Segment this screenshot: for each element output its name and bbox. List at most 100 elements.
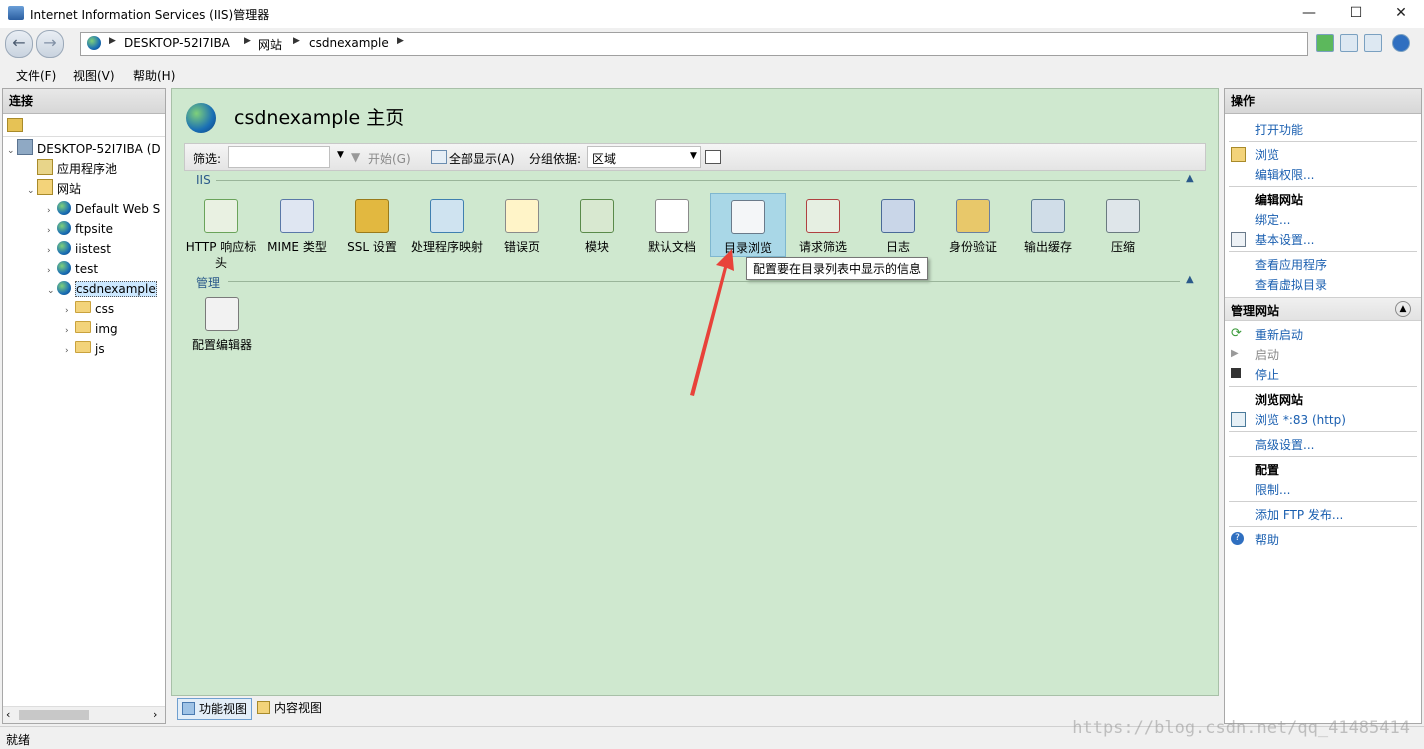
chevron-down-icon[interactable]: ⌄: [7, 141, 17, 161]
feature-directory-browsing[interactable]: 目录浏览: [710, 193, 786, 257]
action-add-ftp[interactable]: 添加 FTP 发布...: [1255, 506, 1343, 523]
feature-http-response-headers[interactable]: HTTP 响应标头: [184, 193, 258, 271]
scroll-thumb[interactable]: [19, 710, 89, 720]
feature-label: HTTP 响应标头: [185, 240, 257, 270]
directory-browsing-icon: [731, 200, 765, 234]
feature-default-document[interactable]: 默认文档: [635, 193, 709, 255]
connect-icon[interactable]: [7, 118, 23, 132]
back-button[interactable]: ←: [5, 30, 33, 58]
tree-site-test[interactable]: › test: [47, 259, 98, 279]
feature-request-filtering[interactable]: 请求筛选: [786, 193, 860, 255]
tree-site-csdnexample[interactable]: ⌄ csdnexample: [47, 279, 157, 299]
feature-authentication[interactable]: 身份验证: [936, 193, 1010, 255]
menu-file[interactable]: 文件(F): [16, 67, 56, 84]
tree-server[interactable]: ⌄ DESKTOP-52I7IBA (D: [7, 139, 161, 159]
app-pool-icon: [37, 159, 53, 175]
chevron-right-icon[interactable]: ▶: [293, 36, 300, 46]
scroll-left-icon[interactable]: ‹: [6, 708, 10, 721]
action-help[interactable]: 帮助: [1255, 531, 1279, 548]
globe-icon: [57, 201, 71, 215]
filter-dropdown-icon[interactable]: ▼: [337, 150, 344, 160]
show-all-button[interactable]: 全部显示(A): [449, 150, 515, 167]
chevron-right-icon[interactable]: ›: [47, 201, 57, 221]
tree-site-ftpsite[interactable]: › ftpsite: [47, 219, 113, 239]
feature-label: 压缩: [1110, 240, 1135, 254]
chevron-right-icon[interactable]: ›: [65, 321, 75, 341]
action-edit-permissions[interactable]: 编辑权限...: [1255, 166, 1314, 183]
menu-view[interactable]: 视图(V): [73, 67, 115, 84]
annotation-arrow: [690, 249, 734, 396]
action-view-applications[interactable]: 查看应用程序: [1255, 256, 1327, 273]
chevron-right-icon[interactable]: ▶: [397, 36, 404, 46]
feature-configuration-editor[interactable]: 配置编辑器: [184, 291, 260, 353]
chevron-right-icon[interactable]: ›: [65, 301, 75, 321]
action-browse-port[interactable]: 浏览 *:83 (http): [1255, 411, 1346, 428]
action-basic-settings[interactable]: 基本设置...: [1255, 231, 1314, 248]
action-restart[interactable]: 重新启动: [1255, 326, 1303, 343]
close-button[interactable]: ✕: [1378, 0, 1424, 28]
features-panel: csdnexample 主页 筛选: ▼ ▼ 开始(G) 全部显示(A) 分组依…: [171, 88, 1219, 696]
collapse-manage-icon[interactable]: ▲: [1186, 274, 1194, 285]
tree-app-pools[interactable]: 应用程序池: [27, 159, 117, 179]
home-icon[interactable]: [1364, 34, 1382, 52]
chevron-right-icon[interactable]: ›: [65, 341, 75, 361]
feature-mime-types[interactable]: MIME 类型: [260, 193, 334, 255]
feature-error-pages[interactable]: 错误页: [485, 193, 559, 255]
action-open-feature[interactable]: 打开功能: [1255, 121, 1303, 138]
tree-site-default[interactable]: › Default Web S: [47, 199, 160, 219]
collapse-up-icon[interactable]: ▲: [1395, 301, 1411, 317]
feature-output-caching[interactable]: 输出缓存: [1011, 193, 1085, 255]
address-bar[interactable]: ▶ DESKTOP-52I7IBA ▶ 网站 ▶ csdnexample ▶: [80, 32, 1308, 56]
action-stop[interactable]: 停止: [1255, 366, 1279, 383]
stop-icon[interactable]: [1340, 34, 1358, 52]
tree-site-iistest[interactable]: › iistest: [47, 239, 111, 259]
action-explore[interactable]: 浏览: [1255, 146, 1279, 163]
tree-folder-js[interactable]: › js: [65, 339, 105, 359]
breadcrumb-server[interactable]: DESKTOP-52I7IBA: [124, 36, 230, 50]
breadcrumb-sites[interactable]: 网站: [258, 36, 282, 53]
feature-handler-mappings[interactable]: 处理程序映射: [410, 193, 484, 255]
chevron-down-icon[interactable]: ▼: [690, 151, 697, 161]
chevron-right-icon[interactable]: ›: [47, 241, 57, 261]
tree-folder-css[interactable]: › css: [65, 299, 114, 319]
tree-folder-img[interactable]: › img: [65, 319, 118, 339]
group-by-select[interactable]: 区域 ▼: [587, 146, 701, 168]
stop-icon: [1231, 368, 1241, 378]
horizontal-scrollbar[interactable]: ‹ ›: [3, 706, 165, 723]
tree-sites[interactable]: ⌄ 网站: [27, 179, 81, 199]
action-separator: [1229, 501, 1417, 502]
feature-logging[interactable]: 日志: [861, 193, 935, 255]
chevron-right-icon[interactable]: ›: [47, 261, 57, 281]
minimize-button[interactable]: —: [1286, 0, 1332, 28]
action-start[interactable]: 启动: [1255, 346, 1279, 363]
breadcrumb-site[interactable]: csdnexample: [309, 36, 389, 50]
globe-icon: [57, 241, 71, 255]
feature-compression[interactable]: 压缩: [1086, 193, 1160, 255]
tab-features-view[interactable]: 功能视图: [177, 698, 253, 720]
chevron-down-icon[interactable]: ⌄: [27, 181, 37, 201]
view-mode-icon[interactable]: [705, 150, 721, 164]
menu-help[interactable]: 帮助(H): [133, 67, 175, 84]
refresh-icon[interactable]: [1316, 34, 1334, 52]
tab-content-view[interactable]: 内容视图: [253, 698, 326, 718]
feature-modules[interactable]: 模块: [560, 193, 634, 255]
filter-input[interactable]: [228, 146, 330, 168]
action-bindings[interactable]: 绑定...: [1255, 211, 1290, 228]
feature-label: SSL 设置: [347, 240, 397, 254]
connections-toolbar: [3, 114, 165, 137]
start-button[interactable]: 开始(G): [368, 150, 411, 167]
collapse-iis-icon[interactable]: ▲: [1186, 173, 1194, 184]
feature-ssl-settings[interactable]: SSL 设置: [335, 193, 409, 255]
chevron-right-icon[interactable]: ▶: [244, 36, 251, 46]
action-advanced-settings[interactable]: 高级设置...: [1255, 436, 1314, 453]
action-limits[interactable]: 限制...: [1255, 481, 1290, 498]
forward-button[interactable]: →: [36, 30, 64, 58]
chevron-right-icon[interactable]: ›: [47, 221, 57, 241]
help-icon[interactable]: [1392, 34, 1410, 52]
scroll-right-icon[interactable]: ›: [153, 708, 157, 721]
chevron-down-icon[interactable]: ⌄: [47, 281, 57, 301]
maximize-button[interactable]: ☐: [1333, 0, 1379, 28]
chevron-right-icon[interactable]: ▶: [109, 36, 116, 46]
tree-site-ftpsite-label: ftpsite: [75, 222, 114, 236]
action-view-virtual-directories[interactable]: 查看虚拟目录: [1255, 276, 1327, 293]
